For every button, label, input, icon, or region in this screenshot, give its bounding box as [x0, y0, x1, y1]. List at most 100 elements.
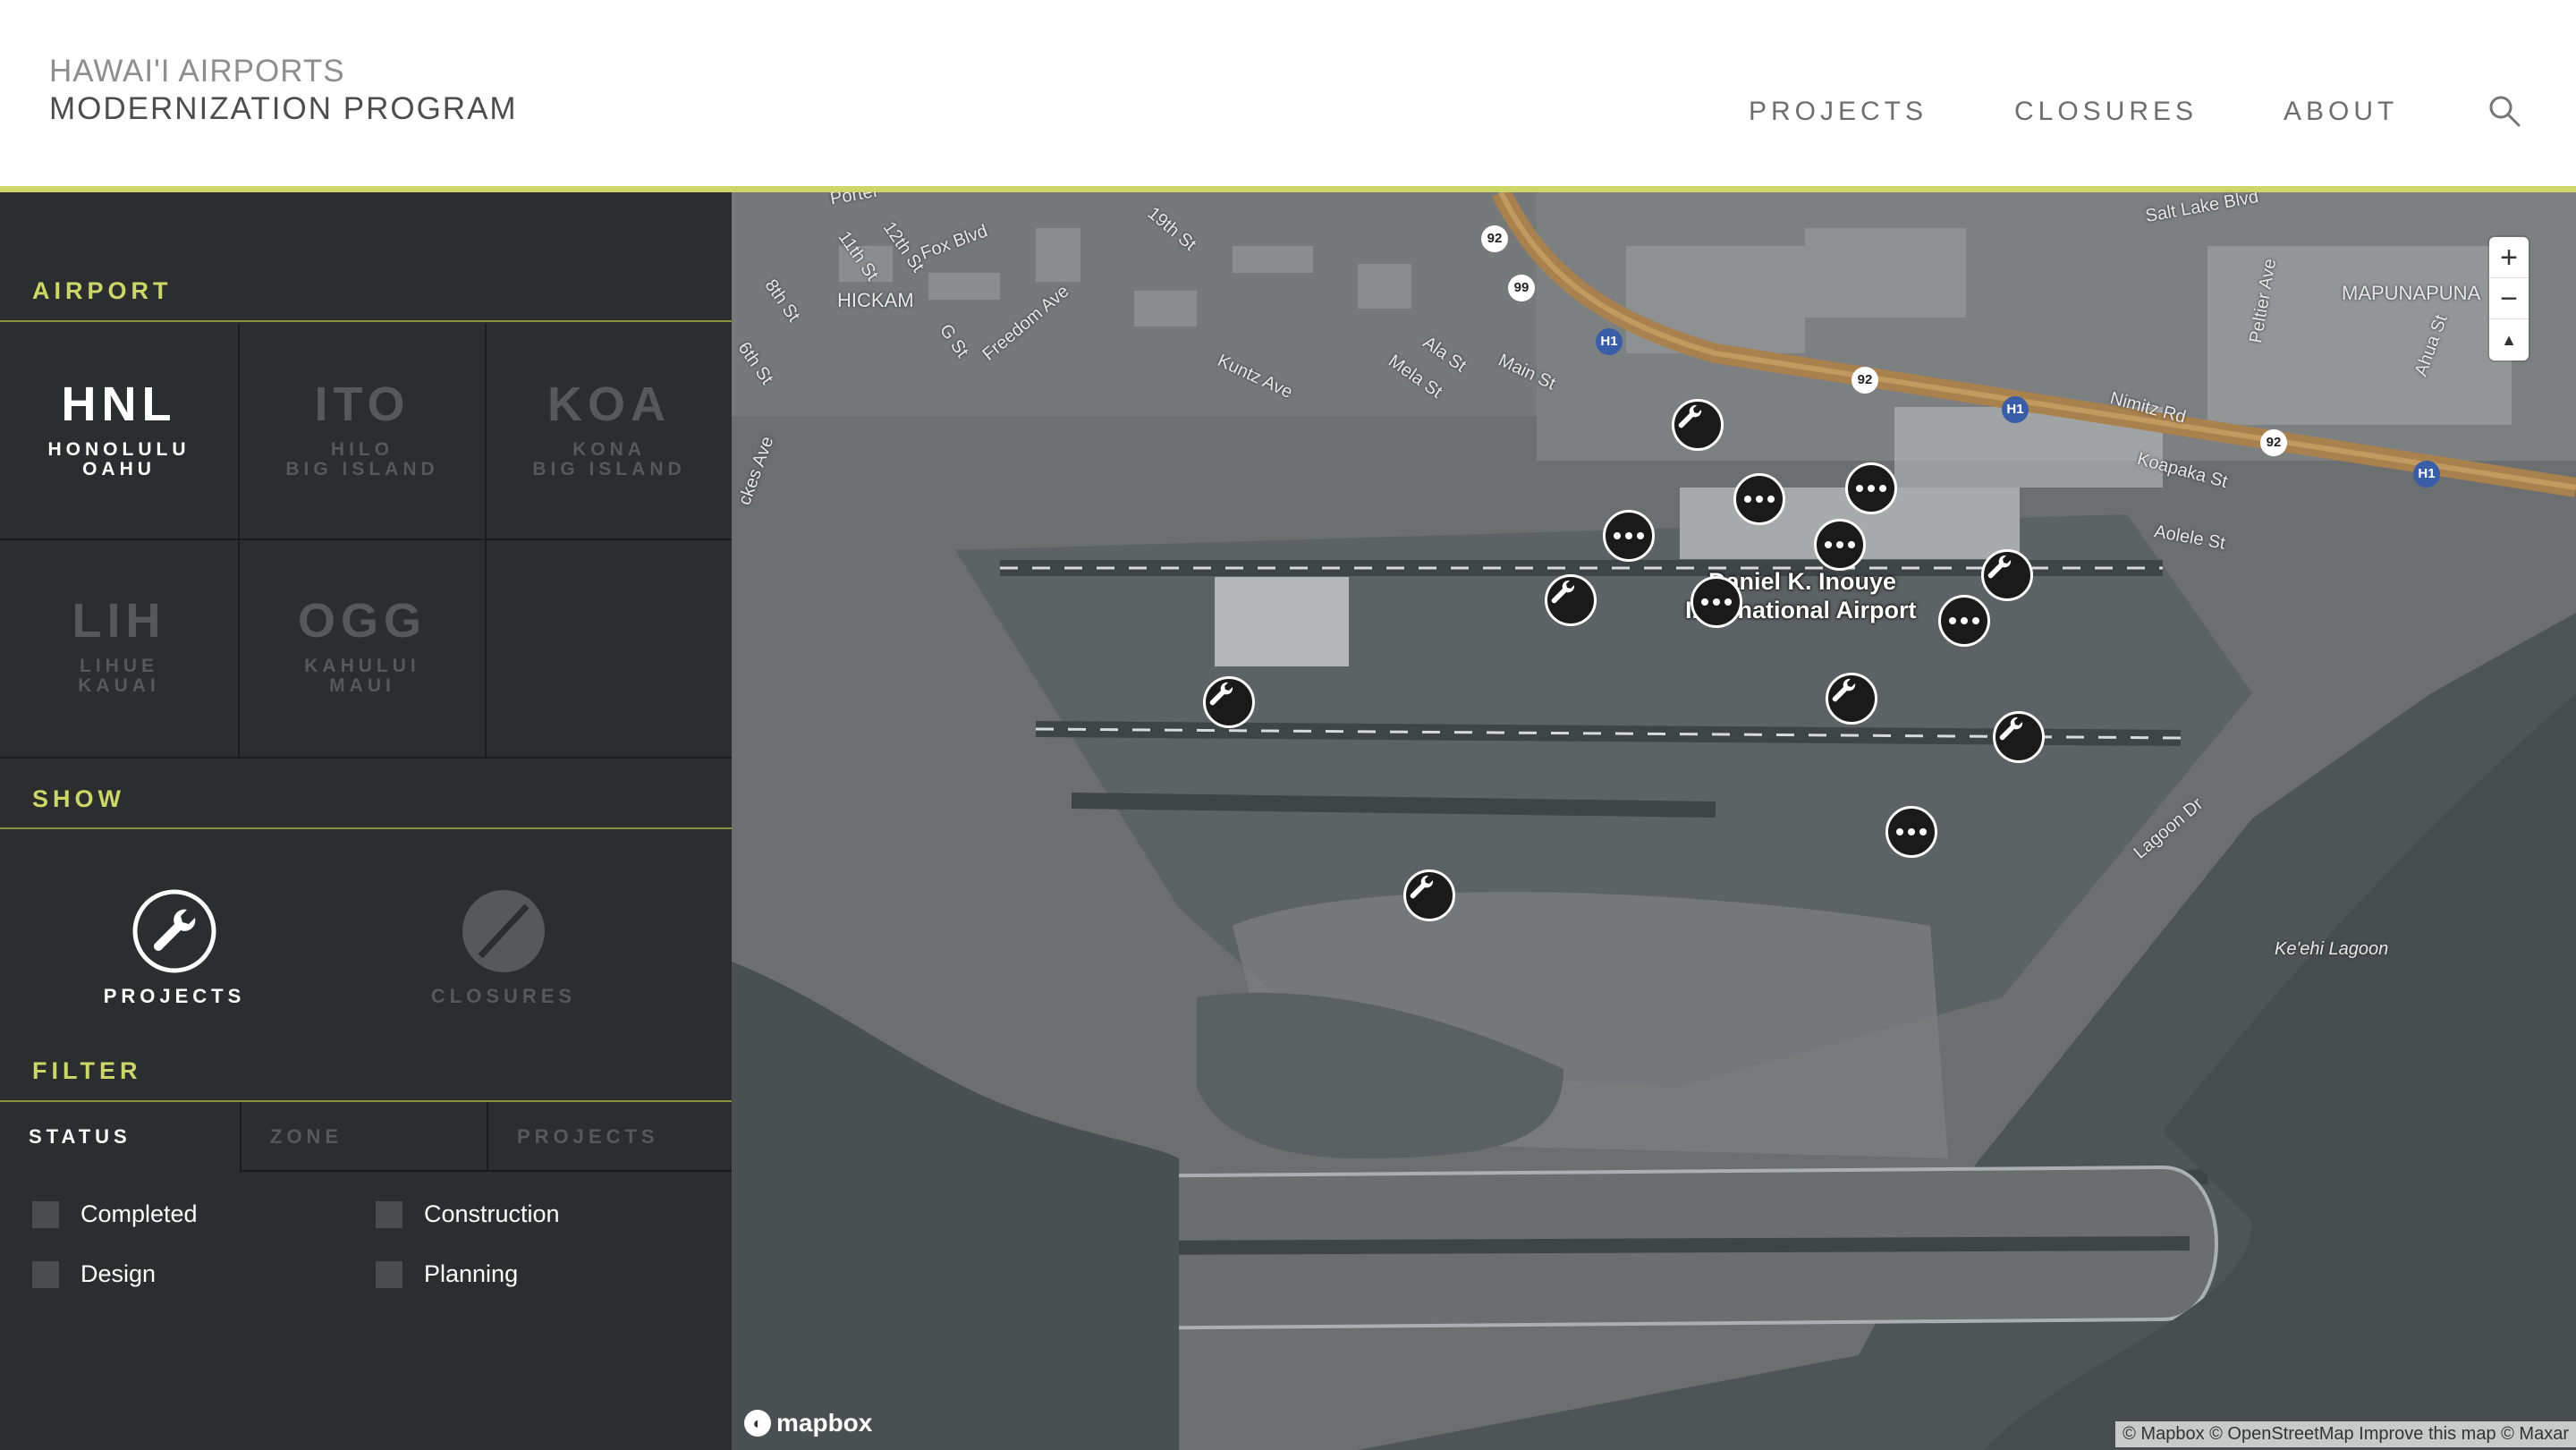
tab-status[interactable]: STATUS: [0, 1102, 240, 1172]
compass-button[interactable]: ▲: [2489, 319, 2529, 360]
airport-city: HONOLULU: [47, 439, 191, 460]
show-closures-toggle[interactable]: CLOSURES: [419, 888, 589, 1008]
map-marker-closure[interactable]: [1845, 462, 1897, 514]
checkbox-label: Design: [80, 1260, 157, 1287]
wrench-icon: [132, 889, 216, 973]
wrench-icon: [1832, 678, 1856, 702]
zoom-in-button[interactable]: +: [2489, 237, 2529, 278]
zoom-out-button[interactable]: −: [2489, 278, 2529, 319]
more-icon: [1614, 532, 1644, 539]
map-zoom-controls: + − ▲: [2489, 237, 2529, 360]
map-marker-project[interactable]: [1993, 711, 2045, 763]
more-icon: [1744, 496, 1775, 503]
checkbox-label: Construction: [424, 1200, 560, 1227]
search-icon[interactable]: [2487, 93, 2522, 129]
mapbox-logo[interactable]: ◐ mapbox: [744, 1409, 872, 1437]
wrench-icon: [1678, 404, 1702, 428]
interstate-shield: H1: [1596, 328, 1623, 355]
filter-completed[interactable]: Completed: [32, 1200, 198, 1228]
site-header: HAWAI'I AIRPORTS MODERNIZATION PROGRAM P…: [0, 0, 2576, 190]
checkbox-label: Completed: [80, 1200, 198, 1227]
airport-city: HILO: [330, 439, 394, 460]
map-marker-closure[interactable]: [1733, 473, 1785, 525]
tab-projects[interactable]: PROJECTS: [487, 1102, 732, 1172]
airport-city: KONA: [572, 439, 646, 460]
sidebar: AIRPORT HNL HONOLULU OAHU ITO HILO BIG I…: [0, 192, 732, 1450]
more-icon: [1825, 541, 1855, 548]
airport-section-label: AIRPORT: [32, 277, 173, 304]
airport-island: MAUI: [329, 675, 395, 696]
wrench-icon: [1410, 875, 1434, 899]
wrench-icon: [1551, 580, 1575, 604]
airport-lih[interactable]: LIH LIHUE KAUAI: [0, 540, 240, 759]
filter-design[interactable]: Design: [32, 1260, 156, 1288]
airport-island: KAUAI: [78, 675, 160, 696]
show-section-label: SHOW: [32, 785, 125, 812]
airport-code: LIH: [72, 594, 166, 648]
route-shield: 92: [1852, 367, 1878, 394]
airport-city: KAHULUI: [304, 656, 420, 676]
tab-zone[interactable]: ZONE: [240, 1102, 487, 1172]
interstate-shield: H1: [2002, 396, 2029, 423]
airport-city: LIHUE: [80, 656, 158, 676]
slash-circle-icon: [462, 890, 545, 972]
map-marker-closure[interactable]: [1938, 595, 1990, 647]
more-icon: [1701, 598, 1732, 606]
filter-construction[interactable]: Construction: [376, 1200, 560, 1228]
airport-island: BIG ISLAND: [285, 459, 439, 479]
map-attribution[interactable]: © Mapbox © OpenStreetMap Improve this ma…: [2115, 1421, 2576, 1447]
route-shield: 92: [1481, 225, 1508, 252]
map-marker-project[interactable]: [1203, 676, 1255, 728]
map-marker-project[interactable]: [1672, 399, 1724, 451]
logo-line-2: MODERNIZATION PROGRAM: [49, 91, 518, 126]
show-closures-label: CLOSURES: [430, 985, 577, 1007]
site-logo[interactable]: HAWAI'I AIRPORTS MODERNIZATION PROGRAM: [49, 54, 518, 129]
airport-code: KOA: [547, 377, 671, 431]
airport-ogg[interactable]: OGG KAHULUI MAUI: [240, 540, 487, 759]
mapbox-logo-text: mapbox: [776, 1409, 873, 1437]
map-marker-project[interactable]: [1403, 869, 1455, 921]
mapbox-logo-icon: ◐: [744, 1410, 771, 1437]
divider: [0, 320, 732, 322]
route-shield: 92: [2260, 429, 2287, 456]
checkbox[interactable]: [376, 1260, 402, 1288]
filter-planning[interactable]: Planning: [376, 1260, 518, 1288]
divider: [0, 827, 732, 829]
map-marker-closure[interactable]: [1603, 510, 1655, 562]
airport-code: HNL: [61, 377, 177, 431]
airport-grid: HNL HONOLULU OAHU ITO HILO BIG ISLAND KO…: [0, 324, 732, 759]
airport-code: OGG: [297, 594, 427, 648]
logo-line-1: HAWAI'I AIRPORTS: [49, 54, 345, 89]
wrench-icon: [1999, 717, 2023, 741]
header-accent-line: [0, 186, 2576, 192]
airport-ito[interactable]: ITO HILO BIG ISLAND: [240, 324, 487, 540]
checkbox[interactable]: [376, 1200, 402, 1228]
map-view[interactable]: HICKAM MAPUNAPUNA Fox Blvd Kuntz Ave Sal…: [732, 192, 2576, 1450]
map-marker-closure[interactable]: [1690, 576, 1742, 628]
map-marker-closure[interactable]: [1885, 806, 1937, 858]
show-projects-toggle[interactable]: PROJECTS: [89, 888, 259, 1008]
map-marker-project[interactable]: [1545, 574, 1597, 626]
airport-koa[interactable]: KOA KONA BIG ISLAND: [487, 324, 732, 540]
checkbox-label: Planning: [424, 1260, 519, 1287]
map-marker-closure[interactable]: [1814, 519, 1866, 571]
more-icon: [1896, 828, 1927, 835]
airport-empty-cell: [487, 540, 732, 759]
wrench-icon: [1987, 555, 2012, 579]
satellite-imagery: [732, 192, 2576, 1450]
nav-projects[interactable]: PROJECTS: [1749, 89, 1928, 134]
checkbox[interactable]: [32, 1260, 59, 1288]
more-icon: [1949, 617, 1979, 624]
map-label-mapunapuna: MAPUNAPUNA: [2342, 282, 2481, 304]
map-marker-project[interactable]: [1826, 673, 1877, 725]
checkbox[interactable]: [32, 1200, 59, 1228]
map-label-keehi-lagoon: Ke'ehi Lagoon: [2275, 939, 2389, 959]
interstate-shield: H1: [2413, 461, 2440, 488]
map-marker-project[interactable]: [1981, 549, 2033, 601]
wrench-icon: [1209, 682, 1233, 706]
airport-hnl[interactable]: HNL HONOLULU OAHU: [0, 324, 240, 540]
map-label-hickam: HICKAM: [837, 289, 914, 311]
nav-closures[interactable]: CLOSURES: [2014, 89, 2198, 134]
show-projects-label: PROJECTS: [103, 985, 246, 1007]
nav-about[interactable]: ABOUT: [2284, 89, 2398, 134]
